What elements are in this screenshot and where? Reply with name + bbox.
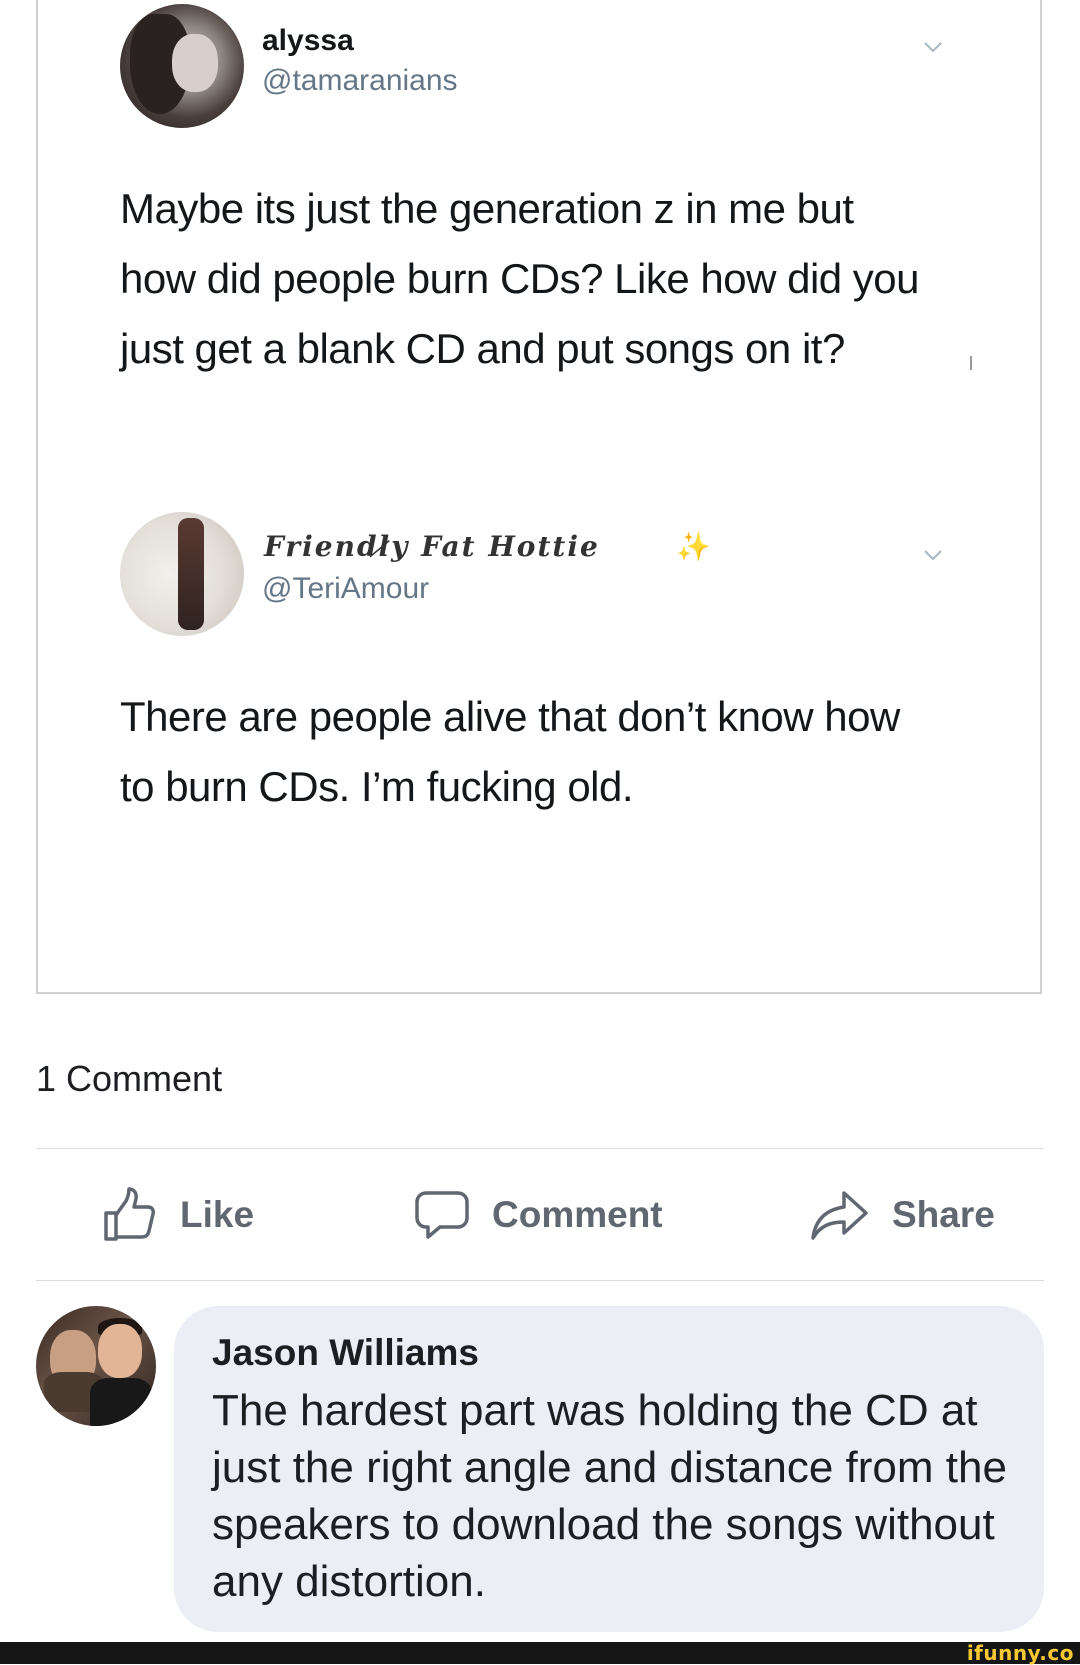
share-label: Share xyxy=(892,1194,995,1235)
comment-label: Comment xyxy=(492,1194,663,1235)
tweet-author-avatar-2 xyxy=(120,512,244,636)
like-button[interactable]: Like xyxy=(102,1180,254,1250)
chevron-down-icon xyxy=(924,550,942,561)
chevron-down-icon xyxy=(924,42,942,53)
tweet-text-1: Maybe its just the generation z in me bu… xyxy=(120,185,920,372)
tweet-display-name-2: Friendl̷y Fat Hottie xyxy=(264,530,600,563)
tweet-author-avatar-1 xyxy=(120,4,244,128)
tweet-text-2: There are people alive that don’t know h… xyxy=(120,693,900,810)
sparkle-icon: ✨ xyxy=(676,531,711,562)
tweet-screenshot-image: alyssa @tamaranians Maybe its just the g… xyxy=(36,0,1042,994)
tweet-handle-2: @TeriAmour xyxy=(262,572,430,605)
share-button[interactable]: Share xyxy=(810,1180,995,1250)
comment-count-link[interactable]: 1 Comment xyxy=(36,1058,222,1100)
cursor-mark xyxy=(970,356,972,370)
comment-bubble: Jason Williams The hardest part was hold… xyxy=(174,1306,1044,1632)
tweet-display-name-1: alyssa xyxy=(262,24,354,57)
share-arrow-icon xyxy=(811,1191,868,1240)
speech-bubble-icon xyxy=(415,1191,469,1239)
ifunny-watermark: ifunny.co xyxy=(966,1641,1074,1665)
commenter-avatar[interactable] xyxy=(36,1306,156,1426)
thumbs-up-icon xyxy=(104,1187,155,1241)
footer-bar: ifunny.co xyxy=(0,1642,1080,1664)
comment-button[interactable]: Comment xyxy=(414,1180,663,1250)
like-label: Like xyxy=(180,1194,255,1235)
divider xyxy=(36,1148,1044,1149)
tweet-handle-1: @tamaranians xyxy=(262,64,458,97)
comment-text: The hardest part was holding the CD at j… xyxy=(212,1386,1007,1606)
comment-author-name[interactable]: Jason Williams xyxy=(212,1326,1008,1380)
divider xyxy=(36,1280,1044,1281)
